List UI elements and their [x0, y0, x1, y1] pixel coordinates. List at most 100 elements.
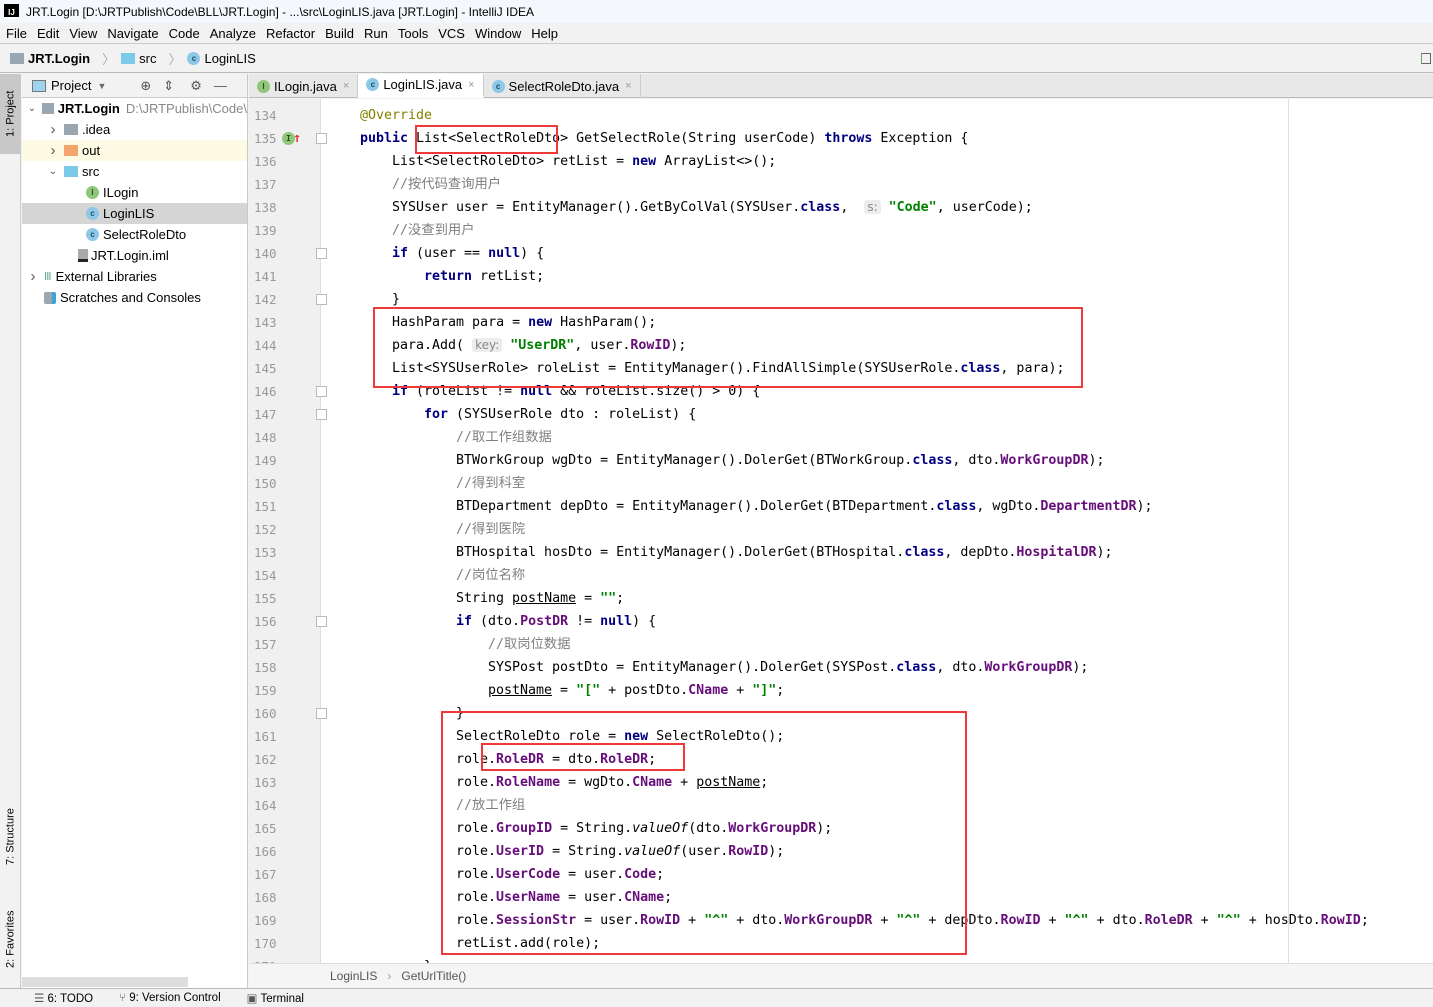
- field-ref: WorkGroupDR: [1000, 453, 1089, 468]
- code-token: (roleList !=: [408, 384, 521, 399]
- fold-marker-icon[interactable]: [316, 133, 327, 144]
- comment: //取工作组数据: [456, 430, 552, 445]
- fold-marker-icon[interactable]: [316, 386, 327, 397]
- menu-window[interactable]: Window: [475, 26, 521, 41]
- close-icon[interactable]: ×: [468, 79, 474, 91]
- menu-build[interactable]: Build: [325, 26, 354, 41]
- menu-edit[interactable]: Edit: [37, 26, 59, 41]
- tree-item[interactable]: ⌄ JRT.Login D:\JRTPublish\Code\: [22, 98, 247, 119]
- code-text: }: [456, 702, 464, 725]
- tree-item[interactable]: JRT.Login.iml: [22, 245, 247, 266]
- run-icon[interactable]: [1421, 53, 1431, 64]
- nav-project-label: JRT.Login: [28, 51, 91, 66]
- tab-ilogin-java[interactable]: I ILogin.java ×: [249, 74, 359, 98]
- line-number: 157: [254, 637, 277, 652]
- code-token: ) {: [520, 246, 545, 261]
- tree-item[interactable]: › Ⅲ External Libraries: [22, 266, 247, 287]
- menu-file[interactable]: File: [6, 26, 27, 41]
- code-token: = String.: [544, 844, 625, 859]
- collapse-all-icon[interactable]: ⇕: [163, 78, 174, 94]
- fold-marker-icon[interactable]: [316, 708, 327, 719]
- bottom-tool-bar: ☰ 6: TODO ⑂ 9: Version Control ▣ Terminal: [0, 988, 1433, 1007]
- tree-item-label: ILogin: [103, 185, 139, 200]
- tree-item-label: LoginLIS: [103, 206, 155, 221]
- gear-icon[interactable]: ⚙: [190, 78, 202, 94]
- tree-item[interactable]: c SelectRoleDto: [22, 224, 247, 245]
- menu-analyze[interactable]: Analyze: [210, 26, 256, 41]
- line-number: 149: [254, 453, 277, 468]
- nav-project[interactable]: JRT.Login: [10, 51, 90, 66]
- chevron-right-icon: 〉: [102, 52, 116, 67]
- code-token: = String.: [552, 821, 633, 836]
- minimize-icon[interactable]: —: [214, 78, 227, 93]
- code-line: 137 //按代码查询用户: [249, 173, 1433, 196]
- code-token: ;: [1360, 913, 1369, 928]
- code-token: = dto.: [544, 752, 601, 767]
- field-ref: RoleDR: [496, 752, 545, 767]
- fold-marker-icon[interactable]: [316, 248, 327, 259]
- breadcrumb-class[interactable]: LoginLIS: [330, 969, 377, 983]
- code-token: (user.: [680, 844, 729, 859]
- tool-window-versioncontrol[interactable]: ⑂ 9: Version Control: [119, 992, 221, 1004]
- close-icon[interactable]: ×: [625, 80, 631, 92]
- tool-window-terminal[interactable]: ▣ Terminal: [247, 991, 304, 1005]
- code-token: +: [1040, 913, 1065, 928]
- code-token: (user ==: [408, 246, 489, 261]
- code-token: (dto.: [688, 821, 729, 836]
- field-ref: PostDR: [520, 614, 569, 629]
- code-token: +: [672, 775, 697, 790]
- nav-file[interactable]: c LoginLIS: [187, 51, 256, 66]
- tree-item-label: .idea: [82, 122, 111, 137]
- module-folder-icon: [10, 53, 24, 64]
- code-token: !=: [568, 614, 601, 629]
- chevron-down-icon[interactable]: ⌄: [46, 166, 60, 177]
- menu-vcs[interactable]: VCS: [438, 26, 465, 41]
- tool-tab-favorites[interactable]: 2: Favorites: [0, 894, 21, 984]
- menu-tools[interactable]: Tools: [398, 26, 428, 41]
- code-token: List<SelectRoleDto> GetSelectRole(String…: [408, 131, 825, 146]
- tree-item[interactable]: › .idea: [22, 119, 247, 140]
- tree-item[interactable]: ⌄ src: [22, 161, 247, 182]
- horizontal-scrollbar[interactable]: [22, 977, 188, 987]
- chevron-right-icon[interactable]: ›: [46, 121, 60, 138]
- tab-selectroledto-java[interactable]: c SelectRoleDto.java ×: [484, 74, 641, 98]
- menu-refactor[interactable]: Refactor: [266, 26, 315, 41]
- tree-item[interactable]: › out: [22, 140, 247, 161]
- menu-view[interactable]: View: [69, 26, 97, 41]
- fold-marker-icon[interactable]: [316, 616, 327, 627]
- tool-tab-project[interactable]: 1: Project: [0, 74, 21, 154]
- locate-icon[interactable]: ⊕: [140, 78, 151, 94]
- code-line: 144 para.Add( key: "UserDR", user.RowID);: [249, 334, 1433, 357]
- nav-folder[interactable]: src: [121, 51, 156, 66]
- tree-item[interactable]: c LoginLIS: [22, 203, 247, 224]
- chevron-right-icon[interactable]: ›: [46, 142, 60, 159]
- code-token: HashParam();: [552, 315, 657, 330]
- code-line: 159 postName = "[" + postDto.CName + "]";: [249, 679, 1433, 702]
- tree-item[interactable]: I ILogin: [22, 182, 247, 203]
- chevron-down-icon[interactable]: ⌄: [26, 103, 38, 114]
- tab-loginlis-java[interactable]: c LoginLIS.java ×: [358, 74, 484, 98]
- close-icon[interactable]: ×: [343, 80, 349, 92]
- menu-run[interactable]: Run: [364, 26, 388, 41]
- fold-marker-icon[interactable]: [316, 409, 327, 420]
- chevron-right-icon[interactable]: ›: [26, 268, 40, 285]
- string-literal: "[": [576, 683, 601, 698]
- code-line: 146 if (roleList != null && roleList.size…: [249, 380, 1433, 403]
- tool-tab-structure[interactable]: 7: Structure: [0, 792, 21, 882]
- project-view-selector[interactable]: Project: [51, 78, 91, 93]
- code-line: 155 String postName = "";: [249, 587, 1433, 610]
- fold-marker-icon[interactable]: [316, 294, 327, 305]
- menu-navigate[interactable]: Navigate: [107, 26, 158, 41]
- code-line: 143 HashParam para = new HashParam();: [249, 311, 1433, 334]
- breadcrumb-method[interactable]: GetUrlTitle(): [401, 969, 466, 983]
- menu-code[interactable]: Code: [169, 26, 200, 41]
- menu-help[interactable]: Help: [531, 26, 558, 41]
- tool-window-todo[interactable]: ☰ 6: TODO: [34, 991, 93, 1005]
- chevron-down-icon[interactable]: ▼: [97, 81, 106, 91]
- tree-item[interactable]: Scratches and Consoles: [22, 287, 247, 308]
- keyword: throws: [824, 131, 873, 146]
- code-token: , userCode);: [936, 200, 1033, 215]
- code-editor[interactable]: 134 @Override 135 I ↑ public List<SelectRoleD…: [249, 99, 1433, 963]
- string-literal: "UserDR": [510, 338, 575, 353]
- code-token: );: [1072, 660, 1089, 675]
